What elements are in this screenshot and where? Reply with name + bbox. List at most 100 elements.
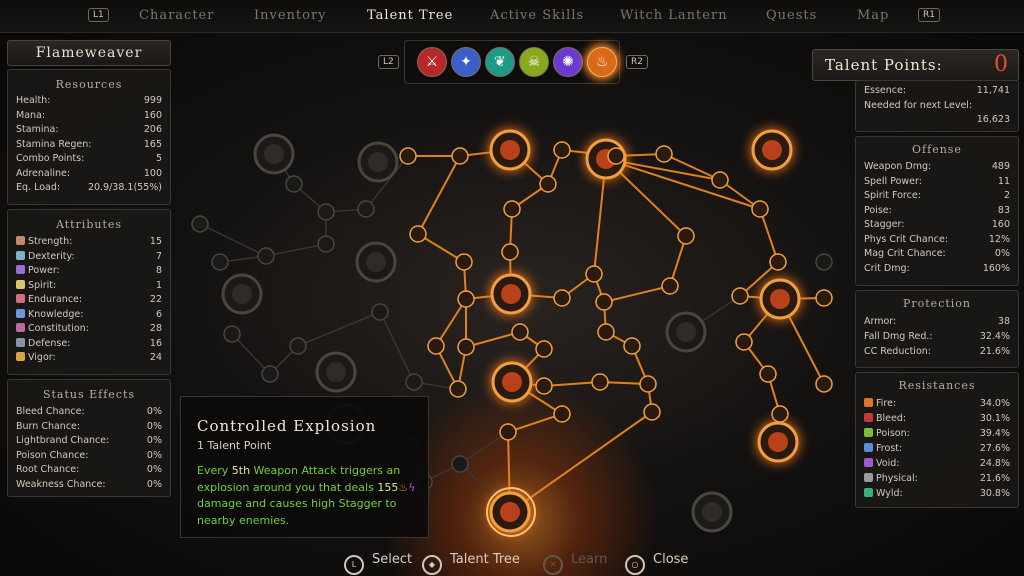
- skull-school-icon[interactable]: ☠: [519, 47, 549, 77]
- minor-talent-node[interactable]: [285, 175, 303, 193]
- minor-talent-node[interactable]: [597, 323, 615, 341]
- stat-row: Void: 24.8%: [864, 458, 1010, 472]
- stat-row: Stamina Regen: 165: [16, 139, 162, 153]
- minor-talent-node[interactable]: [815, 375, 833, 393]
- minor-talent-node[interactable]: [553, 405, 571, 423]
- minor-talent-node[interactable]: [535, 377, 553, 395]
- stat-icon: [864, 443, 873, 452]
- minor-talent-node[interactable]: [223, 325, 241, 343]
- stat-label-text: Spirit Force:: [864, 190, 921, 201]
- tab-talent-tree[interactable]: Talent Tree: [367, 8, 453, 23]
- minor-talent-node[interactable]: [405, 373, 423, 391]
- minor-talent-node[interactable]: [539, 175, 557, 193]
- minor-talent-node[interactable]: [289, 337, 307, 355]
- tab-map[interactable]: Map: [857, 8, 889, 23]
- r2-button-hint[interactable]: R2: [626, 55, 648, 69]
- minor-talent-node[interactable]: [711, 171, 729, 189]
- minor-talent-node[interactable]: [457, 290, 475, 308]
- learn-label: Learn: [571, 552, 608, 567]
- stat-value: 165: [143, 138, 162, 150]
- talent-tree-action[interactable]: ◆ Talent Tree: [422, 552, 520, 575]
- minor-talent-node[interactable]: [591, 373, 609, 391]
- minor-talent-node[interactable]: [211, 253, 229, 271]
- offense-title: Offense: [912, 143, 962, 156]
- talent-node-emblem-icon: [232, 284, 252, 304]
- minor-talent-node[interactable]: [191, 215, 209, 233]
- stat-label: Lightbrand Chance:: [16, 435, 109, 446]
- l1-button-hint[interactable]: L1: [88, 8, 109, 22]
- talent-description: Every 5th Weapon Attack triggers an expl…: [197, 463, 422, 529]
- minor-talent-node[interactable]: [655, 145, 673, 163]
- tree-school-icon[interactable]: ❦: [485, 47, 515, 77]
- sword-school-icon[interactable]: ⚔: [417, 47, 447, 77]
- tab-active-skills[interactable]: Active Skills: [490, 8, 584, 23]
- learn-action[interactable]: ✕ Learn: [543, 552, 607, 575]
- stat-row: Combo Points: 5: [16, 153, 162, 167]
- stat-label: Strength:: [16, 236, 72, 247]
- minor-talent-node[interactable]: [261, 365, 279, 383]
- minor-talent-node[interactable]: [677, 227, 695, 245]
- close-action[interactable]: ○ Close: [625, 552, 688, 575]
- talent-tree-label: Talent Tree: [450, 552, 520, 567]
- stat-label: Bleed Chance:: [16, 406, 85, 417]
- minor-talent-node[interactable]: [735, 333, 753, 351]
- minor-talent-node[interactable]: [769, 253, 787, 271]
- stat-label: Physical:: [864, 473, 918, 484]
- minor-talent-node[interactable]: [499, 423, 517, 441]
- minor-talent-node[interactable]: [503, 200, 521, 218]
- tab-witch-lantern[interactable]: Witch Lantern: [620, 8, 728, 23]
- minor-talent-node[interactable]: [815, 289, 833, 307]
- minor-talent-node[interactable]: [771, 405, 789, 423]
- stat-icon: [864, 488, 873, 497]
- minor-talent-node[interactable]: [449, 380, 467, 398]
- tab-inventory[interactable]: Inventory: [254, 8, 327, 23]
- minor-talent-node[interactable]: [317, 235, 335, 253]
- minor-talent-node[interactable]: [357, 200, 375, 218]
- r1-button-hint[interactable]: R1: [918, 8, 940, 22]
- minor-talent-node[interactable]: [585, 265, 603, 283]
- stat-label: Weakness Chance:: [16, 479, 106, 490]
- stat-row: Spirit: 1: [16, 279, 162, 294]
- minor-talent-node[interactable]: [759, 365, 777, 383]
- minor-talent-node[interactable]: [623, 337, 641, 355]
- light-school-icon[interactable]: ✦: [451, 47, 481, 77]
- minor-talent-node[interactable]: [399, 147, 417, 165]
- minor-talent-node[interactable]: [451, 455, 469, 473]
- minor-talent-node[interactable]: [607, 147, 625, 165]
- minor-talent-node[interactable]: [257, 247, 275, 265]
- minor-talent-node[interactable]: [371, 303, 389, 321]
- minor-talent-node[interactable]: [409, 225, 427, 243]
- minor-talent-node[interactable]: [455, 253, 473, 271]
- minor-talent-node[interactable]: [427, 337, 445, 355]
- stat-label: Fire:: [864, 398, 896, 409]
- minor-talent-node[interactable]: [751, 200, 769, 218]
- minor-talent-node[interactable]: [731, 287, 749, 305]
- stat-label: Needed for next Level:: [864, 100, 972, 111]
- minor-talent-node[interactable]: [553, 141, 571, 159]
- stat-label-text: Crit Dmg:: [864, 262, 910, 274]
- minor-talent-node[interactable]: [501, 243, 519, 261]
- stat-icon: [864, 458, 873, 467]
- minor-talent-node[interactable]: [535, 340, 553, 358]
- l2-button-hint[interactable]: L2: [378, 55, 399, 69]
- stat-label: Defense:: [16, 337, 70, 349]
- minor-talent-node[interactable]: [595, 293, 613, 311]
- minor-talent-node[interactable]: [643, 403, 661, 421]
- minor-talent-node[interactable]: [451, 147, 469, 165]
- tab-quests[interactable]: Quests: [766, 8, 817, 23]
- void-school-icon[interactable]: ✺: [553, 47, 583, 77]
- minor-talent-node[interactable]: [317, 203, 335, 221]
- minor-talent-node[interactable]: [661, 277, 679, 295]
- stat-value: 30.8%: [979, 488, 1010, 499]
- stat-label: Vigor:: [16, 352, 56, 363]
- minor-talent-node[interactable]: [511, 323, 529, 341]
- minor-talent-node[interactable]: [457, 338, 475, 356]
- tab-character[interactable]: Character: [139, 8, 214, 23]
- stat-label-text: Adrenaline:: [16, 167, 71, 179]
- select-action[interactable]: L Select: [344, 552, 412, 575]
- stat-value: 5: [155, 153, 162, 164]
- minor-talent-node[interactable]: [639, 375, 657, 393]
- fire-school-icon[interactable]: ♨: [587, 47, 617, 77]
- minor-talent-node[interactable]: [553, 289, 571, 307]
- minor-talent-node[interactable]: [815, 253, 833, 271]
